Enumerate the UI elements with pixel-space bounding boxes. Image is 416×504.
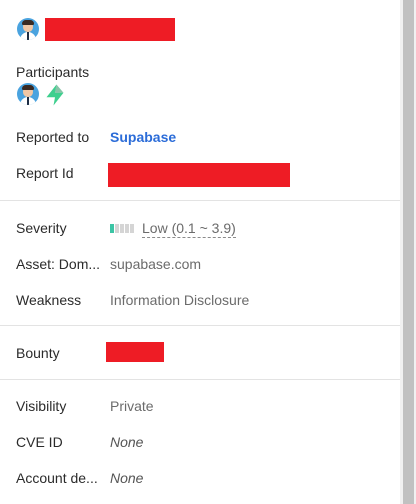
visibility-value: Private (110, 398, 154, 414)
report-details-panel: Participants Reported to Supabase Report… (0, 0, 400, 504)
supabase-logo-icon[interactable] (43, 83, 67, 107)
divider (0, 325, 400, 326)
bounty-label: Bounty (16, 345, 60, 361)
visibility-label: Visibility (16, 398, 67, 414)
weakness-value: Information Disclosure (110, 292, 250, 308)
redacted-reporter-name (45, 18, 175, 41)
account-details-label: Account de... (16, 470, 98, 486)
redacted-report-id (108, 163, 290, 187)
divider (0, 379, 400, 380)
reported-to-label: Reported to (16, 129, 90, 145)
severity-label: Severity (16, 220, 67, 236)
asset-label: Asset: Dom... (16, 256, 101, 272)
user-avatar-icon[interactable] (17, 18, 39, 40)
reported-to-link[interactable]: Supabase (110, 129, 176, 145)
participants-label: Participants (16, 64, 90, 80)
severity-level-indicator (110, 224, 134, 233)
cve-id-value: None (110, 434, 144, 450)
scrollbar-thumb[interactable] (403, 0, 414, 504)
report-id-label: Report Id (16, 165, 74, 181)
redacted-bounty-amount (106, 342, 164, 362)
user-avatar-icon[interactable] (17, 83, 39, 105)
account-details-value: None (110, 470, 144, 486)
cve-id-label: CVE ID (16, 434, 63, 450)
weakness-label: Weakness (16, 292, 82, 308)
asset-value: supabase.com (110, 256, 202, 272)
divider (0, 200, 400, 201)
severity-value[interactable]: Low (0.1 ~ 3.9) (142, 220, 236, 238)
